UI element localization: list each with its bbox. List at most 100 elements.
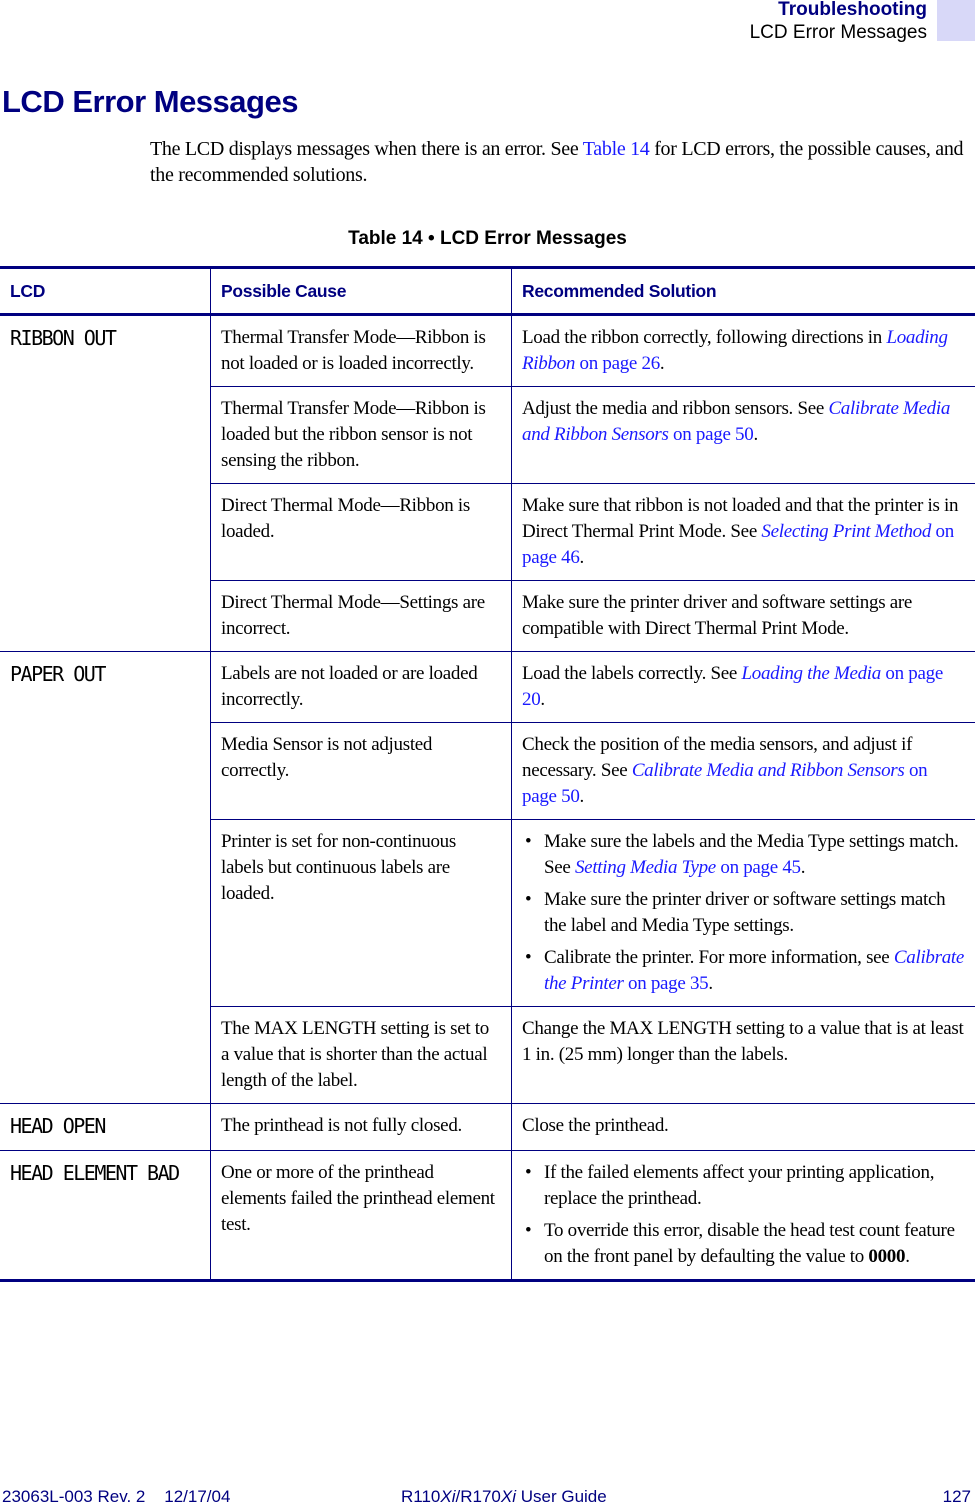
page-reference-link[interactable]: on page 26	[575, 353, 660, 374]
lcd-message-cell: HEAD ELEMENT BAD	[0, 1151, 211, 1281]
possible-cause: Media Sensor is not adjusted correctly.	[221, 734, 432, 781]
possible-cause: The printhead is not fully closed.	[221, 1115, 462, 1136]
table-body: RIBBON OUT Thermal Transfer Mode—Ribbon i…	[0, 315, 975, 1281]
recommended-solution-cell: Change the MAX LENGTH setting to a value…	[512, 1007, 975, 1104]
table-row: HEAD OPEN The printhead is not fully clos…	[0, 1104, 975, 1151]
solution-bullet: •If the failed elements affect your prin…	[544, 1160, 965, 1212]
solution-bullet: •To override this error, disable the hea…	[544, 1218, 965, 1270]
solution-text: Make sure the printer driver or software…	[544, 889, 945, 936]
cross-reference-link[interactable]: Loading the Media	[741, 663, 881, 684]
bullet-icon: •	[525, 887, 531, 913]
possible-cause: Thermal Transfer Mode—Ribbon is loaded b…	[221, 398, 486, 471]
header-color-block	[937, 0, 975, 41]
guide-italic-2: Xi	[501, 1487, 516, 1506]
possible-cause-cell: Thermal Transfer Mode—Ribbon is not load…	[211, 315, 512, 387]
column-header-lcd: LCD	[0, 268, 211, 315]
possible-cause-cell: Thermal Transfer Mode—Ribbon is loaded b…	[211, 387, 512, 484]
punctuation: .	[540, 689, 544, 710]
bullet-icon: •	[525, 1160, 531, 1186]
possible-cause: One or more of the printhead elements fa…	[221, 1162, 495, 1235]
possible-cause-cell: The MAX LENGTH setting is set to a value…	[211, 1007, 512, 1104]
recommended-solution-cell: •Make sure the labels and the Media Type…	[512, 820, 975, 1007]
bullet-icon: •	[525, 1218, 531, 1244]
recommended-solution-cell: Make sure the printer driver and softwar…	[512, 581, 975, 652]
possible-cause: The MAX LENGTH setting is set to a value…	[221, 1018, 489, 1091]
intro-text-before: The LCD displays messages when there is …	[150, 138, 583, 160]
lcd-message: PAPER OUT	[10, 662, 105, 686]
lcd-message-cell: HEAD OPEN	[0, 1104, 211, 1151]
recommended-solution-cell: Close the printhead.	[512, 1104, 975, 1151]
possible-cause-cell: Direct Thermal Mode—Settings are incorre…	[211, 581, 512, 652]
possible-cause: Labels are not loaded or are loaded inco…	[221, 663, 477, 710]
lcd-message: HEAD ELEMENT BAD	[10, 1161, 179, 1185]
recommended-solution-cell: Load the ribbon correctly, following dir…	[512, 315, 975, 387]
possible-cause: Direct Thermal Mode—Ribbon is loaded.	[221, 495, 470, 542]
punctuation: .	[905, 1246, 909, 1267]
table-14-link[interactable]: Table 14	[583, 138, 650, 160]
page-title: LCD Error Messages	[2, 84, 298, 120]
recommended-solution-cell: • If the failed elements affect your prin…	[512, 1151, 975, 1281]
solution-bullet: •Make sure the labels and the Media Type…	[544, 829, 965, 881]
possible-cause: Direct Thermal Mode—Settings are incorre…	[221, 592, 485, 639]
lcd-message: RIBBON OUT	[10, 326, 115, 350]
solution-text: Change the MAX LENGTH setting to a value…	[522, 1018, 963, 1065]
possible-cause: Thermal Transfer Mode—Ribbon is not load…	[221, 327, 486, 374]
solution-text: Adjust the media and ribbon sensors. See	[522, 398, 828, 419]
solution-text: Calibrate the printer. For more informat…	[544, 947, 894, 968]
possible-cause-cell: Labels are not loaded or are loaded inco…	[211, 652, 512, 723]
possible-cause-cell: The printhead is not fully closed.	[211, 1104, 512, 1151]
guide-suffix: User Guide	[516, 1487, 607, 1506]
column-header-cause: Possible Cause	[211, 268, 512, 315]
table-caption: Table 14 • LCD Error Messages	[0, 228, 975, 250]
solution-bullet-list: •Make sure the labels and the Media Type…	[522, 829, 965, 997]
possible-cause-cell: Printer is set for non-continuous labels…	[211, 820, 512, 1007]
table-header-row: LCD Possible Cause Recommended Solution	[0, 268, 975, 315]
solution-text: Close the printhead.	[522, 1115, 669, 1136]
punctuation: .	[708, 973, 712, 994]
lcd-message: HEAD OPEN	[10, 1114, 105, 1138]
bullet-icon: •	[525, 829, 531, 855]
header-section: Troubleshooting	[778, 0, 927, 20]
solution-text: Make sure the printer driver and softwar…	[522, 592, 912, 639]
cross-reference-link[interactable]: Selecting Print Method	[761, 521, 931, 542]
table-row: RIBBON OUT Thermal Transfer Mode—Ribbon i…	[0, 315, 975, 387]
possible-cause-cell: Direct Thermal Mode—Ribbon is loaded.	[211, 484, 512, 581]
recommended-solution-cell: Check the position of the media sensors,…	[512, 723, 975, 820]
recommended-solution-cell: Adjust the media and ribbon sensors. See…	[512, 387, 975, 484]
solution-bullet: •Make sure the printer driver or softwar…	[544, 887, 965, 939]
punctuation: .	[580, 786, 584, 807]
punctuation: .	[801, 857, 805, 878]
default-value: 0000	[868, 1246, 905, 1267]
intro-paragraph: The LCD displays messages when there is …	[150, 136, 975, 188]
possible-cause: Printer is set for non-continuous labels…	[221, 831, 456, 904]
footer-page-number: 127	[943, 1487, 971, 1507]
cross-reference-link[interactable]: Setting Media Type	[575, 857, 716, 878]
page-reference-link[interactable]: on page 50	[669, 424, 754, 445]
solution-bullet: •Calibrate the printer. For more informa…	[544, 945, 965, 997]
guide-italic-1: Xi	[440, 1487, 455, 1506]
solution-text: Load the labels correctly. See	[522, 663, 741, 684]
footer-doc-id: 23063L-003 Rev. 2 12/17/04	[2, 1487, 230, 1507]
cross-reference-link[interactable]: Calibrate Media and Ribbon Sensors	[632, 760, 905, 781]
guide-prefix: R110	[401, 1487, 440, 1506]
guide-sep: /R170	[456, 1487, 501, 1506]
table-row: PAPER OUT Labels are not loaded or are lo…	[0, 652, 975, 723]
page-reference-link[interactable]: on page 45	[716, 857, 801, 878]
solution-bullet-list: • If the failed elements affect your prin…	[522, 1160, 965, 1270]
solution-text: If the failed elements affect your print…	[544, 1162, 934, 1209]
lcd-message-cell: RIBBON OUT	[0, 315, 211, 652]
lcd-error-table: LCD Possible Cause Recommended Solution …	[0, 266, 975, 1282]
punctuation: .	[580, 547, 584, 568]
page-reference-link[interactable]: on page 35	[624, 973, 709, 994]
punctuation: .	[753, 424, 757, 445]
footer-guide-title: R110Xi/R170Xi User Guide	[401, 1487, 607, 1507]
header-subsection: LCD Error Messages	[750, 22, 927, 44]
bullet-icon: •	[525, 945, 531, 971]
possible-cause-cell: One or more of the printhead elements fa…	[211, 1151, 512, 1281]
possible-cause-cell: Media Sensor is not adjusted correctly.	[211, 723, 512, 820]
column-header-solution: Recommended Solution	[512, 268, 975, 315]
lcd-message-cell: PAPER OUT	[0, 652, 211, 1104]
recommended-solution-cell: Make sure that ribbon is not loaded and …	[512, 484, 975, 581]
solution-text: Load the ribbon correctly, following dir…	[522, 327, 886, 348]
punctuation: .	[660, 353, 664, 374]
